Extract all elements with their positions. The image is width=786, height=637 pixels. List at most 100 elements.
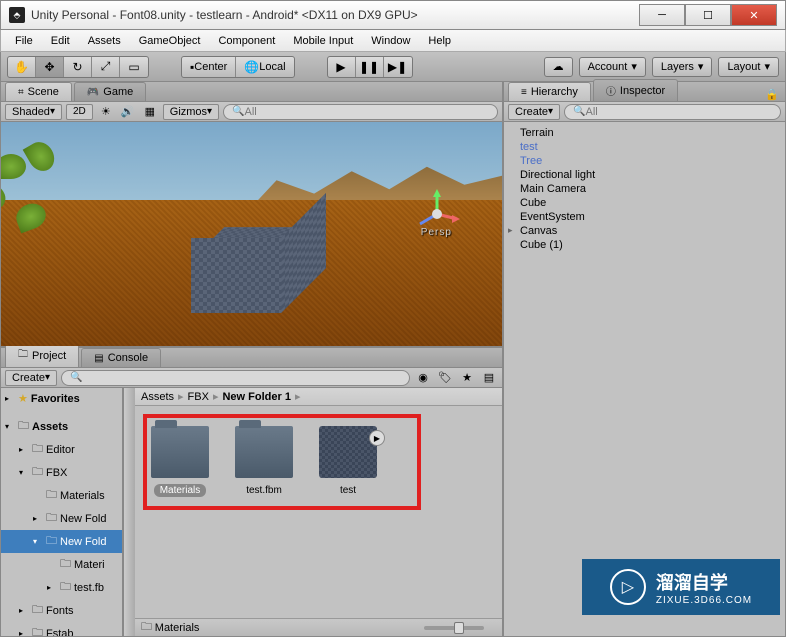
menu-mobile-input[interactable]: Mobile Input	[285, 33, 361, 49]
tab-scene[interactable]: ⌗Scene	[5, 82, 72, 101]
project-search[interactable]: 🔍	[61, 370, 410, 386]
window-buttons: ─ ☐ ✕	[639, 4, 777, 26]
star-icon[interactable]: ★	[458, 370, 476, 386]
project-footer: 🗀 Materials	[135, 618, 502, 636]
shaded-dropdown[interactable]: Shaded ▾	[5, 104, 62, 120]
tree-item[interactable]: 🗀Materi	[1, 553, 122, 576]
pause-button[interactable]: ❚❚	[356, 57, 384, 77]
breadcrumb-item[interactable]: FBX	[188, 391, 209, 403]
fx-toggle[interactable]: ▦	[141, 104, 159, 120]
hand-tool[interactable]: ✋	[8, 57, 36, 77]
watermark-text: 溜溜自学 ZIXUE.3D66.COM	[656, 569, 752, 606]
transform-tools: ✋ ✥ ↻ ⤢ ▭	[7, 56, 149, 78]
hier-item-test[interactable]: test	[504, 140, 785, 154]
asset-model-test[interactable]: ▶ test	[319, 426, 377, 497]
hier-item-cube[interactable]: Cube	[504, 196, 785, 210]
tree-item[interactable]: ▸🗀Editor	[1, 438, 122, 461]
label-icon[interactable]: 🏷	[436, 370, 454, 386]
tab-hierarchy[interactable]: ≡Hierarchy	[508, 82, 591, 101]
lighting-toggle[interactable]: ☀	[97, 104, 115, 120]
tree-favorites[interactable]: ▸★Favorites	[1, 390, 122, 407]
hierarchy-icon: ≡	[521, 87, 527, 98]
hierarchy-toolbar: Create ▾ 🔍 All	[504, 102, 785, 122]
project-toolbar: Create ▾ 🔍 ◉ 🏷 ★ ▤	[1, 368, 502, 388]
project-create-dropdown[interactable]: Create ▾	[5, 370, 57, 386]
asset-label: test.fbm	[240, 484, 288, 497]
menu-help[interactable]: Help	[420, 33, 459, 49]
tab-inspector[interactable]: ⓘInspector	[593, 79, 678, 101]
persp-label: Persp	[421, 227, 452, 238]
maximize-button[interactable]: ☐	[685, 4, 731, 26]
hier-item-main-camera[interactable]: Main Camera	[504, 182, 785, 196]
layout-dropdown[interactable]: Layout ▾	[718, 57, 779, 77]
menu-edit[interactable]: Edit	[43, 33, 78, 49]
gizmos-dropdown[interactable]: Gizmos ▾	[163, 104, 219, 120]
hier-item-eventsystem[interactable]: EventSystem	[504, 210, 785, 224]
center-button[interactable]: ▪ Center	[182, 57, 236, 77]
mode-2d-toggle[interactable]: 2D	[66, 104, 93, 120]
tree-item-selected[interactable]: ▾🗀New Fold	[1, 530, 122, 553]
local-button[interactable]: 🌐 Local	[236, 57, 293, 77]
tree-item[interactable]: 🗀Materials	[1, 484, 122, 507]
tree-assets[interactable]: ▾🗀Assets	[1, 415, 122, 438]
folder-icon	[235, 426, 293, 478]
hier-item-cube1[interactable]: Cube (1)	[504, 238, 785, 252]
tab-project[interactable]: 🗀Project	[5, 343, 79, 367]
hierarchy-create-dropdown[interactable]: Create ▾	[508, 104, 560, 120]
step-button[interactable]: ▶❚	[384, 57, 412, 77]
window-titlebar: ⬘ Unity Personal - Font08.unity - testle…	[0, 0, 786, 30]
scene-search[interactable]: 🔍 All	[223, 104, 498, 120]
project-grid[interactable]: Materials test.fbm ▶ test	[135, 406, 502, 618]
tree-item[interactable]: ▸🗀test.fb	[1, 576, 122, 599]
rotate-tool[interactable]: ↻	[64, 57, 92, 77]
filter-icon[interactable]: ◉	[414, 370, 432, 386]
tree-item[interactable]: ▸🗀Fonts	[1, 599, 122, 622]
project-content: Assets▸ FBX▸ New Folder 1▸ Materials tes…	[135, 388, 502, 636]
tree-scrollbar[interactable]	[123, 388, 135, 636]
menu-window[interactable]: Window	[363, 33, 418, 49]
breadcrumb: Assets▸ FBX▸ New Folder 1▸	[135, 388, 502, 406]
project-tree[interactable]: ▸★Favorites ▾🗀Assets ▸🗀Editor ▾🗀FBX 🗀Mat…	[1, 388, 123, 636]
tab-console[interactable]: ▤Console	[81, 348, 161, 367]
close-button[interactable]: ✕	[731, 4, 777, 26]
breadcrumb-current[interactable]: New Folder 1	[222, 391, 290, 403]
hier-item-canvas[interactable]: Canvas	[504, 224, 785, 238]
asset-label: Materials	[154, 484, 207, 497]
main-area: ⌗Scene 🎮Game Shaded ▾ 2D ☀ 🔊 ▦ Gizmos ▾ …	[0, 82, 786, 637]
minimize-button[interactable]: ─	[639, 4, 685, 26]
menu-gameobject[interactable]: GameObject	[131, 33, 209, 49]
account-dropdown[interactable]: Account ▾	[579, 57, 646, 77]
hierarchy-search[interactable]: 🔍 All	[564, 104, 781, 120]
watermark-overlay: ▷ 溜溜自学 ZIXUE.3D66.COM	[582, 559, 780, 615]
play-controls: ▶ ❚❚ ▶❚	[327, 56, 413, 78]
game-icon: 🎮	[87, 87, 99, 98]
hier-item-directional-light[interactable]: Directional light	[504, 168, 785, 182]
play-button[interactable]: ▶	[328, 57, 356, 77]
cloud-button[interactable]: ☁	[544, 57, 573, 77]
asset-label: test	[334, 484, 362, 497]
tree-object	[1, 144, 66, 294]
scene-viewport[interactable]: Persp	[1, 122, 502, 346]
breadcrumb-item[interactable]: Assets	[141, 391, 174, 403]
rect-tool[interactable]: ▭	[120, 57, 148, 77]
menu-assets[interactable]: Assets	[80, 33, 129, 49]
menu-bar: File Edit Assets GameObject Component Mo…	[0, 30, 786, 52]
menu-file[interactable]: File	[7, 33, 41, 49]
menu-component[interactable]: Component	[210, 33, 283, 49]
audio-toggle[interactable]: 🔊	[119, 104, 137, 120]
layers-dropdown[interactable]: Layers ▾	[652, 57, 713, 77]
footer-path: Materials	[155, 622, 200, 634]
scale-tool[interactable]: ⤢	[92, 57, 120, 77]
hidden-icon[interactable]: ▤	[480, 370, 498, 386]
move-tool[interactable]: ✥	[36, 57, 64, 77]
tree-item[interactable]: ▸🗀Fstab	[1, 622, 122, 636]
icon-size-slider[interactable]	[424, 626, 484, 630]
hier-item-terrain[interactable]: Terrain	[504, 126, 785, 140]
asset-folder-testfbm[interactable]: test.fbm	[235, 426, 293, 497]
tab-game[interactable]: 🎮Game	[74, 82, 146, 101]
lock-icon[interactable]: 🔒	[759, 88, 785, 101]
tree-item[interactable]: ▾🗀FBX	[1, 461, 122, 484]
hier-item-tree[interactable]: Tree	[504, 154, 785, 168]
asset-folder-materials[interactable]: Materials	[151, 426, 209, 497]
tree-item[interactable]: ▸🗀New Fold	[1, 507, 122, 530]
